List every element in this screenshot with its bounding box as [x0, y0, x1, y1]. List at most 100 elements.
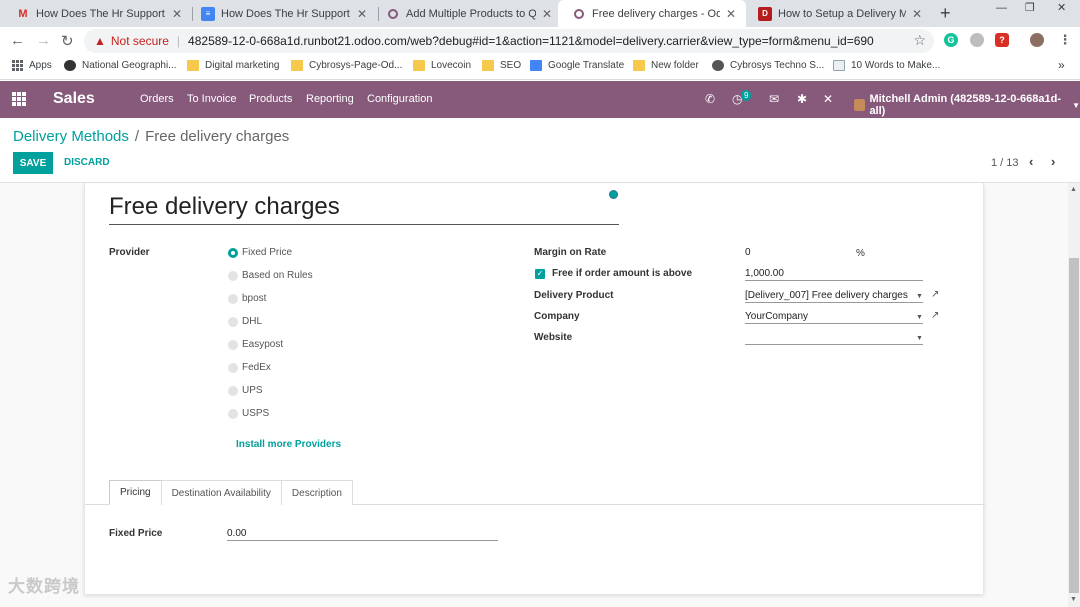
- form-notebook-tabs: Pricing Destination Availability Descrip…: [109, 480, 353, 505]
- browser-tab-1[interactable]: M How Does The Hr Support Busin ✕: [2, 0, 192, 27]
- install-more-providers-link[interactable]: Install more Providers: [236, 439, 341, 450]
- tab-title: Add Multiple Products to Quota: [406, 7, 536, 20]
- free-if-above-input[interactable]: 1,000.00: [745, 265, 923, 281]
- radio-icon: [228, 408, 238, 419]
- tab-description[interactable]: Description: [280, 480, 353, 505]
- bookmark-apps[interactable]: Apps: [12, 60, 52, 71]
- user-menu[interactable]: Mitchell Admin (482589-12-0-668a1d-all) …: [854, 93, 1080, 117]
- provider-option-ups[interactable]: UPS: [228, 385, 263, 396]
- website-label: Website: [534, 332, 573, 343]
- delivery-product-select[interactable]: [Delivery_007] Free delivery charges: [745, 287, 923, 303]
- close-icon[interactable]: ✕: [910, 7, 924, 21]
- provider-option-dhl[interactable]: DHL: [228, 316, 262, 327]
- phone-icon[interactable]: ✆: [705, 92, 715, 106]
- bookmark-cybrosys-page[interactable]: Cybrosys-Page-Od...: [291, 60, 402, 71]
- url-text: 482589-12-0-668a1d.runbot21.odoo.com/web…: [188, 34, 874, 48]
- close-icon[interactable]: ✕: [355, 7, 369, 21]
- window-close-icon[interactable]: ✕: [1057, 1, 1066, 17]
- browser-tab-3[interactable]: Add Multiple Products to Quota ✕: [372, 0, 562, 27]
- bookmarks-bar: Apps National Geographi... Digital marke…: [0, 55, 1080, 80]
- delivery-method-name-input[interactable]: Free delivery charges: [109, 191, 619, 225]
- browser-tab-2[interactable]: ≡ How Does The Hr Support Busin ✕: [187, 0, 377, 27]
- browser-tab-active[interactable]: Free delivery charges - Odoo ✕: [558, 0, 746, 27]
- chevron-down-icon[interactable]: ▼: [916, 293, 923, 300]
- external-link-icon[interactable]: ↗: [931, 289, 939, 300]
- tab-title: Free delivery charges - Odoo: [592, 7, 720, 20]
- close-icon[interactable]: ✕: [540, 7, 554, 21]
- company-select[interactable]: YourCompany: [745, 308, 923, 324]
- provider-option-bpost[interactable]: bpost: [228, 293, 266, 304]
- menu-orders[interactable]: Orders: [140, 93, 174, 105]
- extension-icon[interactable]: [970, 33, 984, 47]
- new-tab-button[interactable]: +: [940, 3, 951, 24]
- provider-option-fixed-price[interactable]: Fixed Price: [228, 247, 292, 258]
- browser-tabstrip: M How Does The Hr Support Busin ✕ ≡ How …: [0, 0, 1080, 27]
- breadcrumb-delivery-methods[interactable]: Delivery Methods: [13, 128, 129, 145]
- app-brand[interactable]: Sales: [53, 90, 95, 108]
- bookmark-google-translate[interactable]: Google Translate: [530, 60, 624, 71]
- scroll-up-icon[interactable]: ▲: [1070, 186, 1077, 193]
- pager-next-icon[interactable]: ›: [1051, 154, 1055, 169]
- provider-option-fedex[interactable]: FedEx: [228, 362, 271, 373]
- close-icon[interactable]: ✕: [170, 7, 184, 21]
- website-select[interactable]: [745, 329, 923, 345]
- restore-icon[interactable]: ❐: [1025, 1, 1035, 17]
- external-link-icon[interactable]: ↗: [931, 310, 939, 321]
- save-button[interactable]: SAVE: [13, 152, 53, 174]
- reload-icon[interactable]: ↻: [61, 32, 74, 50]
- security-label: Not secure: [110, 34, 169, 48]
- back-icon[interactable]: ←: [10, 32, 25, 49]
- pager-previous-icon[interactable]: ‹: [1029, 154, 1033, 169]
- bookmark-new-folder[interactable]: New folder: [633, 60, 699, 71]
- bookmark-digital-marketing[interactable]: Digital marketing: [187, 60, 279, 71]
- odoo-navbar: Sales Orders To Invoice Products Reporti…: [0, 81, 1080, 118]
- chevron-down-icon[interactable]: ▼: [916, 314, 923, 321]
- fixed-price-input[interactable]: 0.00: [227, 525, 498, 541]
- menu-icon[interactable]: ⋮: [1058, 32, 1072, 47]
- profile-icon[interactable]: [1030, 33, 1044, 47]
- margin-on-rate-input[interactable]: 0: [745, 244, 855, 260]
- pager-value[interactable]: 1 / 13: [991, 157, 1019, 169]
- bookmark-10-words[interactable]: 10 Words to Make...: [833, 60, 940, 71]
- grammarly-icon[interactable]: G: [944, 33, 958, 47]
- tab-pricing[interactable]: Pricing: [109, 480, 162, 505]
- site-icon: D: [758, 6, 772, 21]
- browser-toolbar: ← → ↻ ▲ Not secure | 482589-12-0-668a1d.…: [0, 27, 1080, 55]
- free-if-above-checkbox[interactable]: ✓: [535, 269, 545, 279]
- translate-globe-icon[interactable]: [609, 190, 618, 199]
- folder-icon: [291, 60, 303, 71]
- radio-icon: [228, 385, 238, 396]
- provider-option-easypost[interactable]: Easypost: [228, 339, 283, 350]
- address-bar[interactable]: ▲ Not secure | 482589-12-0-668a1d.runbot…: [84, 29, 934, 53]
- apps-icon: [12, 60, 23, 71]
- bookmark-natgeo[interactable]: National Geographi...: [64, 60, 177, 71]
- bookmark-seo[interactable]: SEO: [482, 60, 521, 71]
- tab-destination-availability[interactable]: Destination Availability: [160, 480, 282, 505]
- browser-tab-5[interactable]: D How to Setup a Delivery Metho ✕: [744, 0, 932, 27]
- scrollbar-thumb[interactable]: [1069, 258, 1079, 593]
- forward-icon[interactable]: →: [36, 32, 51, 49]
- extension-red-icon[interactable]: ?: [995, 33, 1009, 47]
- app-menu-icon[interactable]: [12, 92, 26, 106]
- star-icon[interactable]: ☆: [913, 32, 926, 49]
- scroll-down-icon[interactable]: ▼: [1070, 596, 1077, 603]
- menu-products[interactable]: Products: [249, 93, 292, 105]
- bug-icon[interactable]: ✱: [797, 92, 807, 106]
- discard-button[interactable]: DISCARD: [64, 157, 110, 168]
- bookmark-lovecoin[interactable]: Lovecoin: [413, 60, 471, 71]
- minimize-icon[interactable]: —: [996, 2, 1007, 18]
- menu-reporting[interactable]: Reporting: [306, 93, 354, 105]
- margin-on-rate-label: Margin on Rate: [534, 247, 607, 258]
- close-icon[interactable]: ✕: [724, 7, 738, 21]
- more-bookmarks[interactable]: »: [1058, 58, 1065, 72]
- chevron-down-icon[interactable]: ▼: [916, 335, 923, 342]
- menu-configuration[interactable]: Configuration: [367, 93, 432, 105]
- menu-to-invoice[interactable]: To Invoice: [187, 93, 237, 105]
- chat-icon[interactable]: ✉: [769, 92, 779, 106]
- tools-icon[interactable]: ✕: [823, 92, 833, 106]
- provider-option-based-on-rules[interactable]: Based on Rules: [228, 270, 313, 281]
- watermark-logo: 大数跨境: [8, 577, 80, 596]
- company-label: Company: [534, 311, 580, 322]
- bookmark-cybrosys-techno[interactable]: Cybrosys Techno S...: [712, 60, 824, 71]
- provider-option-usps[interactable]: USPS: [228, 408, 269, 419]
